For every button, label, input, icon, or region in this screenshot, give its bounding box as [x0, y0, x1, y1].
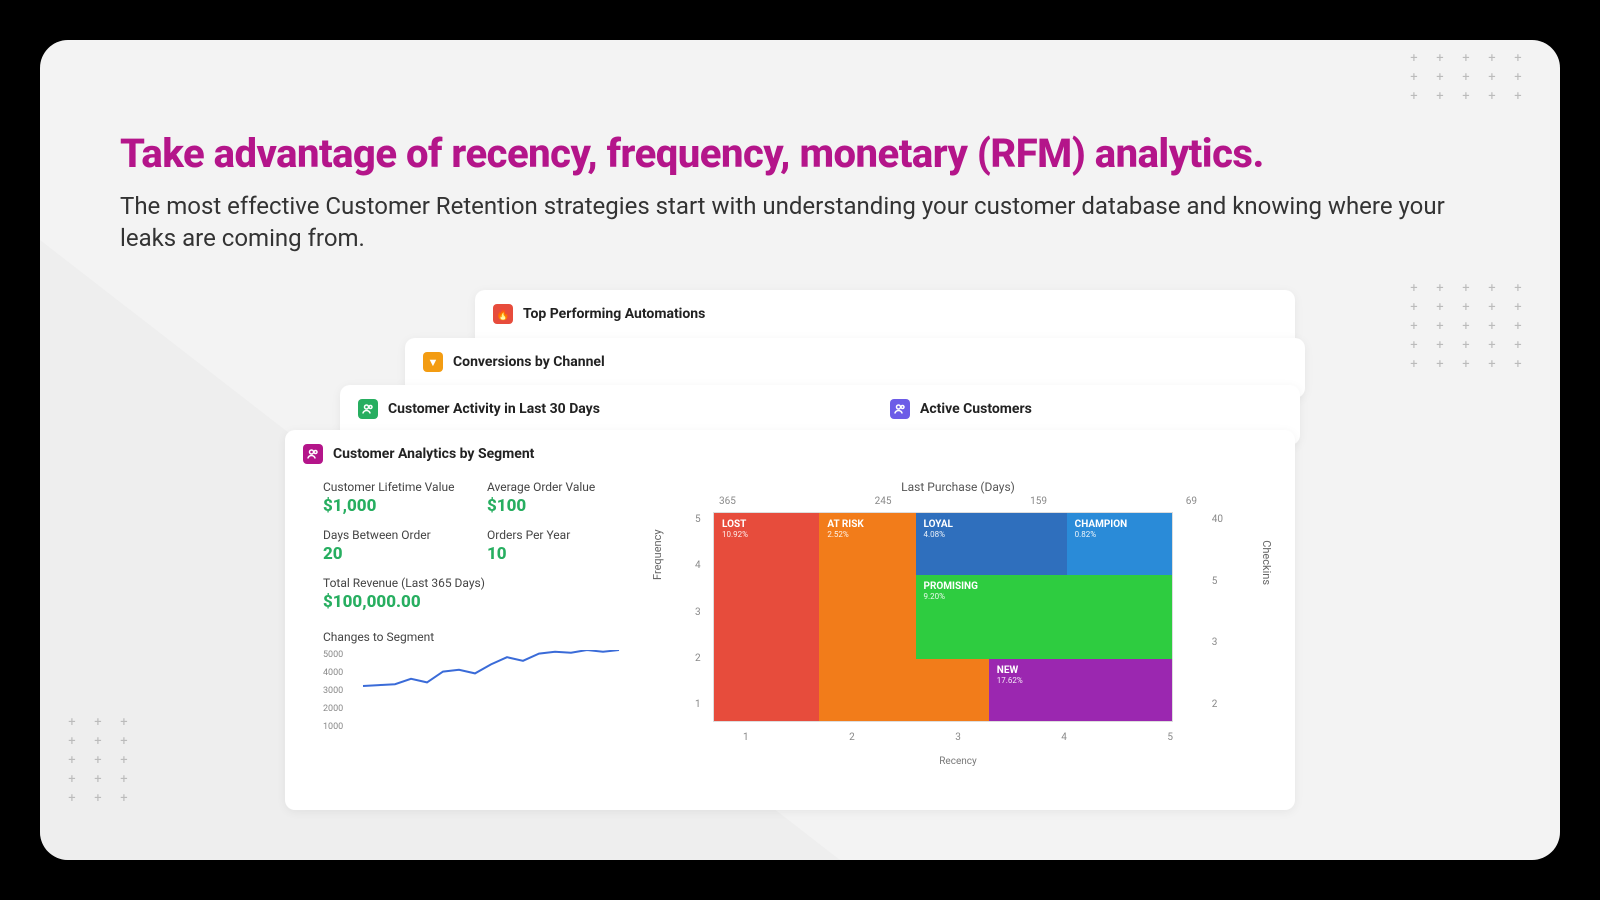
card-stack: 🔥 Top Performing Automations ▼ Conversio…: [285, 290, 1295, 810]
decor-plus-top: +++++ +++++ +++++: [1404, 52, 1528, 103]
heatmap-title: Last Purchase (Days): [673, 480, 1243, 494]
users-icon: [303, 444, 323, 464]
segment-fill[interactable]: [916, 659, 989, 721]
kpi-label: Average Order Value: [487, 480, 633, 494]
decor-plus-right: +++++ +++++ +++++ +++++ +++++: [1404, 282, 1528, 371]
card-b-title: Conversions by Channel: [453, 354, 605, 370]
flame-icon: 🔥: [493, 304, 513, 324]
kpi-label: Days Between Order: [323, 528, 469, 542]
y-tick: 4000: [323, 668, 343, 678]
marketing-frame: +++++ +++++ +++++ +++++ +++++ +++++ ++++…: [40, 40, 1560, 860]
segment-promising[interactable]: PROMISING9.20%: [916, 575, 1172, 658]
y-left-ticks: 12345: [695, 514, 701, 710]
users-icon: [358, 399, 378, 419]
changes-label: Changes to Segment: [323, 630, 633, 644]
y-tick: 5000: [323, 650, 343, 660]
sparkline-chart: 5000 4000 3000 2000 1000: [323, 650, 633, 750]
card-d-title: Customer Analytics by Segment: [333, 446, 534, 462]
funnel-icon: ▼: [423, 352, 443, 372]
headline: Take advantage of recency, frequency, mo…: [120, 130, 1264, 177]
segment-champion[interactable]: CHAMPION0.82%: [1067, 513, 1172, 575]
sparkline-svg: [361, 650, 621, 730]
heatmap-grid: LOST10.92%AT RISK2.52%LOYAL4.08%CHAMPION…: [713, 512, 1173, 722]
kpi-dbo: Days Between Order 20: [323, 528, 469, 564]
kpi-aov: Average Order Value $100: [487, 480, 633, 516]
segment-loyal[interactable]: LOYAL4.08%: [916, 513, 1067, 575]
kpi-label: Total Revenue (Last 365 Days): [323, 576, 633, 590]
rfm-heatmap: Last Purchase (Days) Frequency Checkins …: [673, 480, 1243, 750]
card-c-title-left: Customer Activity in Last 30 Days: [388, 401, 600, 417]
segment-new[interactable]: NEW17.62%: [989, 659, 1172, 721]
y-tick: 2000: [323, 704, 343, 714]
y-axis-right-label: Checkins: [1260, 540, 1273, 585]
subheadline: The most effective Customer Retention st…: [120, 190, 1460, 255]
kpi-value: $100,000.00: [323, 592, 633, 612]
card-a-title: Top Performing Automations: [523, 306, 705, 322]
kpi-trev: Total Revenue (Last 365 Days) $100,000.0…: [323, 576, 633, 612]
x-top-ticks: 36524515969: [713, 496, 1203, 507]
y-tick: 1000: [323, 722, 343, 732]
card-analytics: Customer Analytics by Segment Customer L…: [285, 430, 1295, 810]
segment-at risk[interactable]: AT RISK2.52%: [819, 513, 915, 721]
kpi-panel: Customer Lifetime Value $1,000 Average O…: [323, 480, 633, 750]
y-axis-left-label: Frequency: [651, 529, 664, 580]
segment-lost[interactable]: LOST10.92%: [714, 513, 819, 721]
card-c-title-right: Active Customers: [920, 401, 1032, 417]
y-right-ticks: 23540: [1212, 514, 1223, 710]
y-tick: 3000: [323, 686, 343, 696]
kpi-value: $1,000: [323, 496, 469, 516]
kpi-value: 20: [323, 544, 469, 564]
kpi-label: Orders Per Year: [487, 528, 633, 542]
kpi-value: 10: [487, 544, 633, 564]
kpi-value: $100: [487, 496, 633, 516]
kpi-opy: Orders Per Year 10: [487, 528, 633, 564]
users-icon: [890, 399, 910, 419]
kpi-clv: Customer Lifetime Value $1,000: [323, 480, 469, 516]
kpi-label: Customer Lifetime Value: [323, 480, 469, 494]
